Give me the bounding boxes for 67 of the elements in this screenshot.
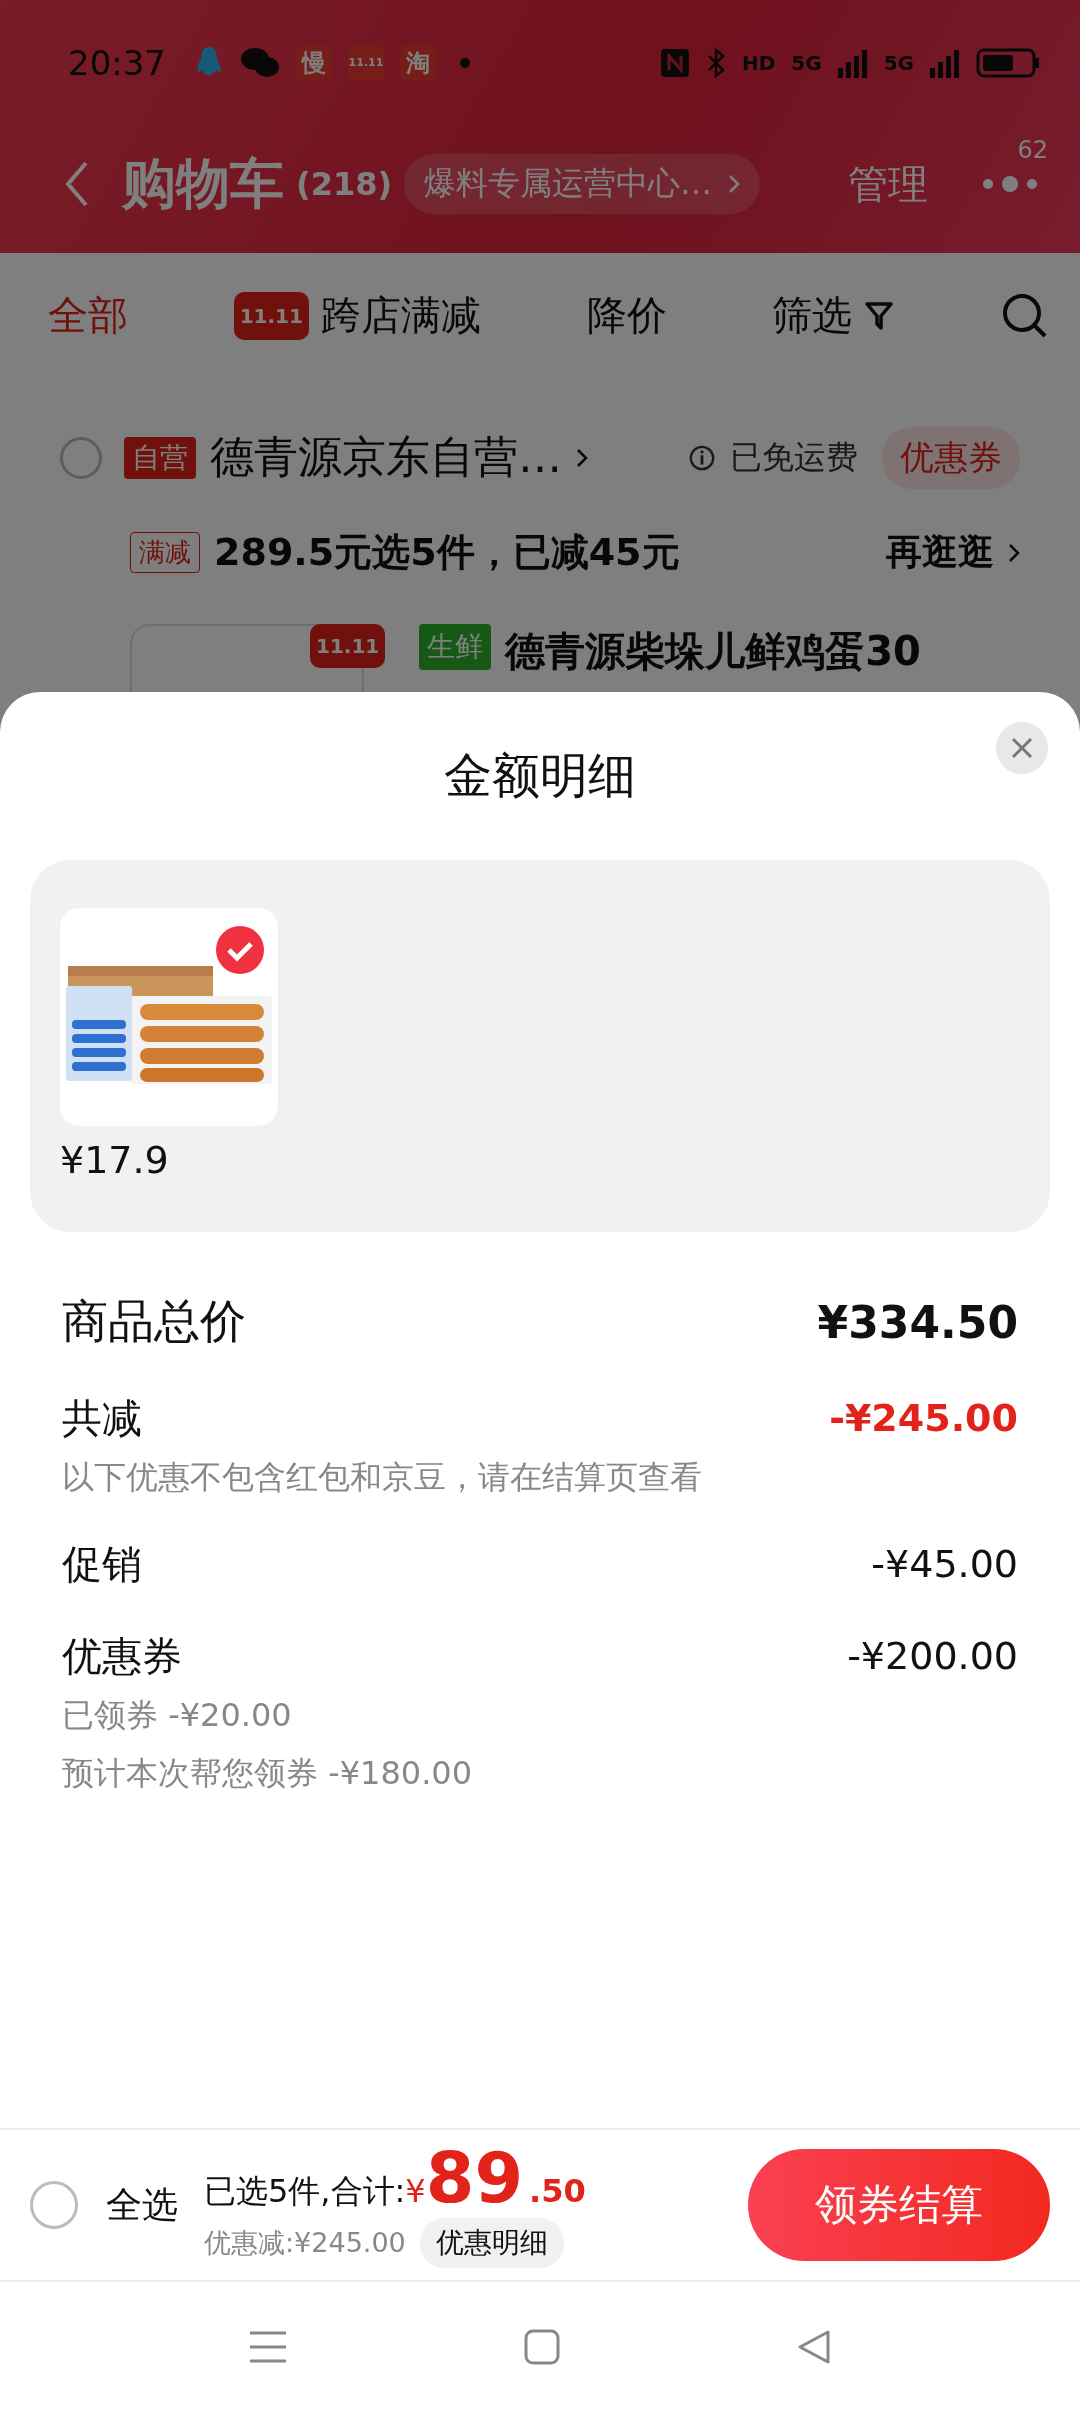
sale-logo-icon: 11.11: [233, 291, 309, 340]
notification-dot-icon: [460, 57, 470, 68]
tab[interactable]: 降价: [586, 288, 667, 343]
app-icon: 11.11: [348, 44, 384, 81]
page-title: 购物车: [122, 150, 284, 217]
app-icon: 淘: [400, 44, 436, 81]
hd-label: HD: [741, 50, 776, 75]
coupon-button[interactable]: 优惠券: [882, 426, 1020, 489]
battery-icon: [976, 46, 1040, 79]
checkmark-icon[interactable]: [216, 926, 264, 974]
nfc-icon: [659, 47, 690, 78]
message-count: 62: [1017, 136, 1048, 164]
signal-icon: [930, 47, 960, 78]
summary-amount: -¥200.00: [847, 1634, 1018, 1678]
tab[interactable]: 全部: [48, 288, 128, 343]
product-title[interactable]: 德青源柴垛儿鲜鸡蛋30: [505, 624, 921, 679]
store-checkbox[interactable]: [60, 436, 102, 479]
summary-label: 促销: [62, 1539, 142, 1589]
signal-icon: [837, 47, 868, 78]
checkout-button[interactable]: 领券结算: [748, 2149, 1050, 2261]
select-all-checkbox[interactable]: [30, 2181, 78, 2229]
network-label: 5G: [791, 50, 822, 75]
home-icon[interactable]: [524, 2329, 560, 2365]
chevron-icon: [1008, 542, 1020, 563]
summary-note: 以下优惠不包含红包和京豆，请在结算页查看: [62, 1457, 703, 1498]
fresh-tag: 生鲜: [419, 624, 492, 670]
chat-bubbles-icon: [240, 45, 280, 80]
sale-logo-icon: 11.11: [310, 624, 386, 668]
summary-amount: -¥245.00: [829, 1396, 1018, 1440]
select-all-label[interactable]: 全选: [106, 2180, 178, 2230]
close-icon[interactable]: [996, 722, 1048, 774]
selection-summary: 已选5件,合计:: [204, 2170, 406, 2212]
currency-sign: ¥: [405, 2171, 426, 2210]
network-label: 5G: [883, 50, 914, 75]
tab[interactable]: 跨店满减: [320, 288, 481, 343]
summary-label: 共减: [62, 1393, 142, 1443]
menu-icon[interactable]: [248, 2329, 288, 2365]
free-shipping-label: 已免运费: [730, 436, 858, 478]
total-amount: 89: [425, 2142, 524, 2213]
chevron-icon: [728, 174, 741, 194]
summary-label: 商品总价: [62, 1293, 246, 1350]
store-name[interactable]: 德青源京东自营…: [210, 428, 562, 487]
chevron-icon: [576, 447, 588, 468]
summary-amount: -¥45.00: [871, 1542, 1018, 1586]
info-icon: [688, 443, 716, 472]
discount-summary: 优惠减:¥245.00: [204, 2225, 406, 2260]
summary-note: 已领券 -¥20.00: [62, 1695, 293, 1736]
browse-more-link[interactable]: 再逛逛: [886, 528, 994, 577]
summary-label: 优惠券: [62, 1631, 182, 1681]
discount-detail-button[interactable]: 优惠明细: [419, 2217, 564, 2268]
filter-tab[interactable]: 筛选: [772, 288, 853, 343]
summary-note: 预计本次帮您领券 -¥180.00: [62, 1753, 474, 1794]
more-icon[interactable]: [980, 174, 1040, 194]
sheet-title: 金额明细: [444, 746, 636, 805]
discount-tag: 满减: [130, 532, 200, 573]
status-time: 20:37: [68, 42, 166, 83]
app-icon: 慢: [296, 44, 332, 81]
self-operated-tag: 自营: [124, 436, 196, 479]
back-icon[interactable]: [796, 2329, 832, 2365]
total-cents: .50: [529, 2171, 586, 2210]
promo-text: 289.5元选5件，已减45元: [214, 529, 680, 576]
funnel-icon: [864, 299, 895, 332]
item-price: ¥17.9: [60, 1138, 170, 1182]
summary-amount: ¥334.50: [817, 1296, 1018, 1348]
bluetooth-icon: [705, 46, 726, 79]
cart-count: (218): [296, 165, 393, 203]
manage-button[interactable]: 管理: [848, 156, 928, 212]
